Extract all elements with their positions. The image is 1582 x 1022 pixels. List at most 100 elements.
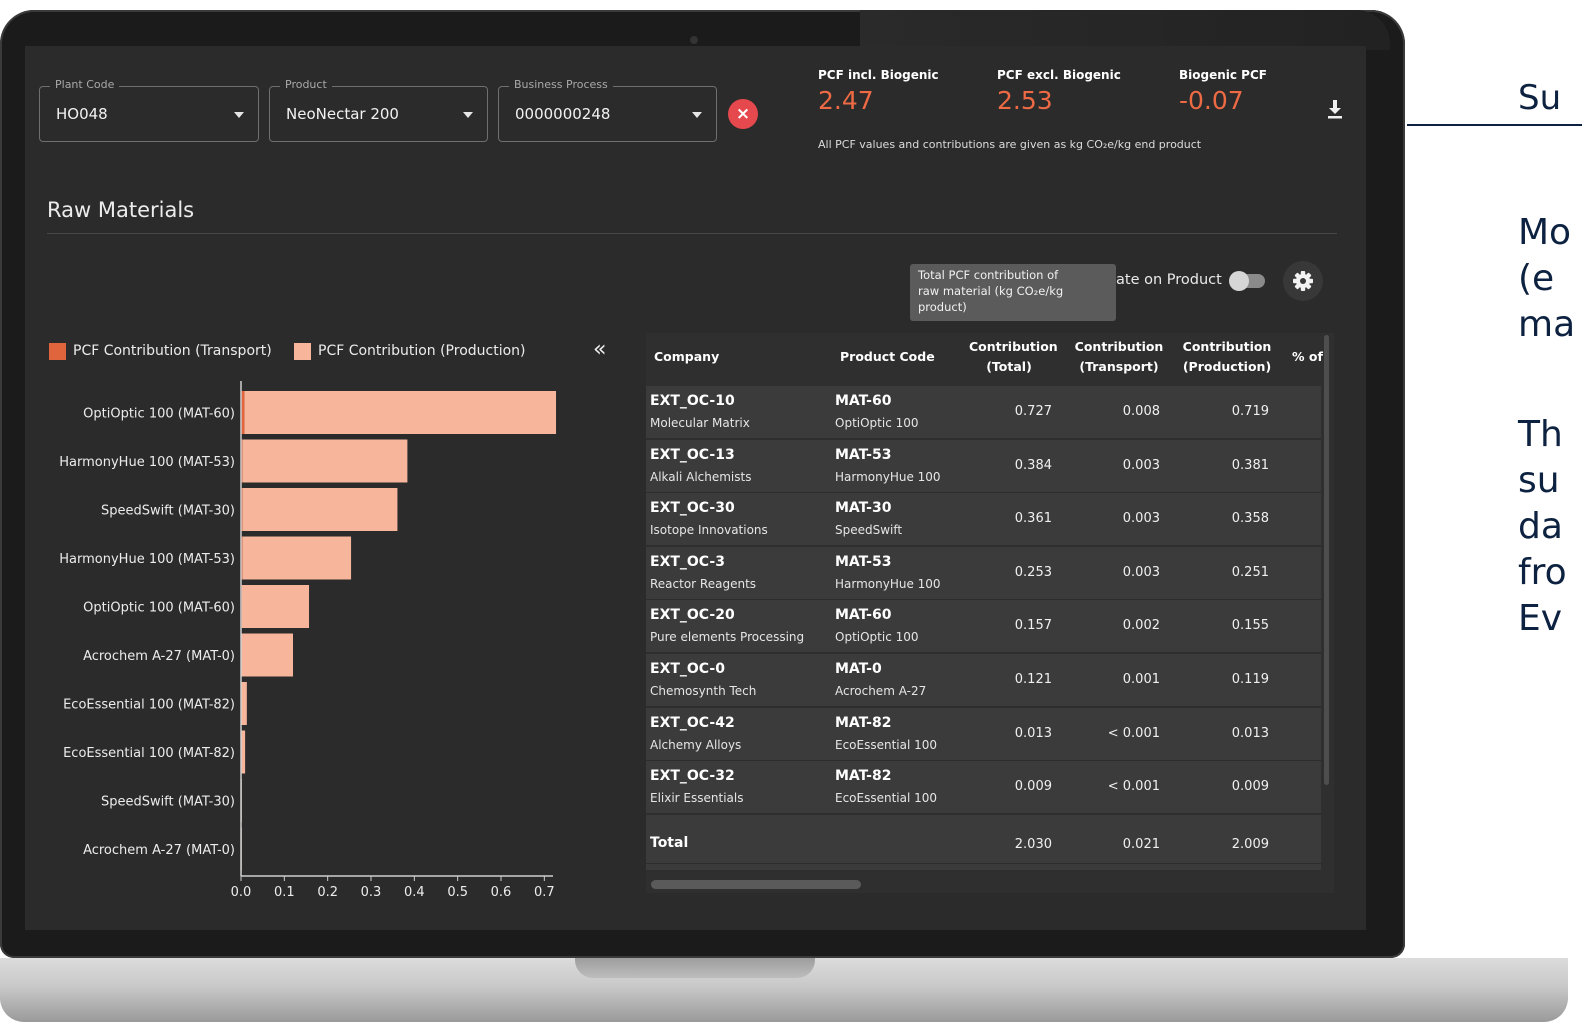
company-name: Alkali Alchemists	[650, 469, 752, 484]
legend-transport: PCF Contribution (Transport)	[73, 343, 272, 359]
kpi-label: PCF excl. Biogenic	[997, 68, 1121, 82]
contribution-transport: 0.003	[1122, 511, 1160, 527]
table-row[interactable]: EXT_OC-32 Elixir Essentials MAT-82 EcoEssen…	[646, 761, 1321, 815]
section-title: Raw Materials	[47, 198, 195, 222]
company-name: Elixir Essentials	[650, 791, 744, 806]
kpi-value: -0.07	[1179, 86, 1244, 115]
total-label: Total	[650, 834, 689, 851]
header-contribution-total[interactable]: Contribution (Total)	[969, 337, 1058, 377]
x-tick-label: 0.4	[404, 885, 425, 900]
legend-production: PCF Contribution (Production)	[318, 343, 526, 359]
chevron-down-icon	[692, 112, 702, 118]
header-contribution-production[interactable]: Contribution (Production)	[1179, 337, 1275, 377]
slide-line: Mo	[1518, 212, 1572, 253]
total-production: 2.009	[1231, 836, 1269, 852]
company-code: EXT_OC-20	[650, 607, 735, 624]
category-label: Acrochem A-27 (MAT-0)	[83, 843, 235, 858]
table-row[interactable]: EXT_OC-13 Alkali Alchemists MAT-53 HarmonyH…	[646, 439, 1321, 493]
contribution-total: 0.253	[1014, 564, 1052, 580]
close-icon: ×	[735, 104, 751, 124]
product-name: OptiOptic 100	[835, 416, 919, 430]
company-name: Isotope Innovations	[650, 523, 768, 538]
company-name: Pure elements Processing	[650, 630, 805, 645]
bar-production	[241, 730, 246, 774]
business-process-value: 0000000248	[515, 105, 611, 123]
table-row[interactable]: EXT_OC-0 Chemosynth Tech MAT-0 Acrochem A-2…	[646, 654, 1321, 707]
slide-line: da	[1518, 506, 1563, 547]
product-code: MAT-82	[835, 714, 892, 731]
contribution-production: 0.719	[1231, 404, 1269, 419]
product-name: EcoEssential 100	[835, 791, 938, 806]
slide-text-area: Su Mo (e ma Th su da fro Ev	[1405, 0, 1582, 1022]
horizontal-scrollbar[interactable]	[651, 880, 861, 889]
bar-production	[241, 682, 247, 725]
download-icon[interactable]	[1327, 98, 1343, 120]
tooltip-line: product)	[918, 300, 967, 314]
section-divider	[47, 233, 1337, 234]
x-tick-label: 0.7	[534, 885, 555, 900]
plant-code-select[interactable]: Plant Code HO048	[39, 78, 259, 142]
company-name: Molecular Matrix	[650, 416, 750, 430]
bar-production	[244, 391, 557, 434]
plant-code-label: Plant Code	[50, 78, 120, 91]
contribution-production: 0.009	[1231, 779, 1269, 795]
contribution-transport: 0.003	[1122, 457, 1160, 473]
laptop-bezel-glare	[860, 10, 1390, 50]
settings-button[interactable]	[1283, 261, 1323, 301]
collapse-chart-button[interactable]: «	[593, 337, 606, 362]
tooltip-line: raw material (kg CO₂e/kg	[918, 284, 1064, 298]
header-percent[interactable]: % of	[1292, 347, 1323, 367]
contribution-total: 0.121	[1014, 672, 1052, 687]
bar-production	[241, 585, 310, 628]
contribution-transport: 0.001	[1122, 672, 1160, 687]
header-line: (Production)	[1182, 359, 1272, 374]
category-label: OptiOptic 100 (MAT-60)	[83, 601, 235, 616]
table-row[interactable]: EXT_OC-3 Reactor Reagents MAT-53 HarmonyHue…	[646, 546, 1321, 600]
product-select[interactable]: Product NeoNectar 200	[269, 78, 488, 142]
header-line: Contribution	[969, 339, 1058, 354]
slide-title: Su	[1518, 78, 1562, 118]
vertical-scrollbar[interactable]	[1324, 335, 1329, 785]
business-process-select[interactable]: Business Process 0000000248	[498, 78, 717, 142]
company-code: EXT_OC-0	[650, 661, 725, 677]
header-contribution-transport[interactable]: Contribution (Transport)	[1073, 337, 1165, 377]
contribution-transport: < 0.001	[1107, 725, 1160, 741]
toggle-knob[interactable]	[1229, 271, 1249, 291]
x-tick-label: 0.0	[231, 885, 252, 900]
table-row[interactable]: EXT_OC-10 Molecular Matrix MAT-60 OptiOptic…	[646, 386, 1321, 439]
product-label: Product	[280, 78, 332, 91]
laptop-notch	[575, 958, 815, 978]
header-company[interactable]: Company	[654, 347, 719, 367]
product-code: MAT-82	[835, 768, 892, 785]
chevron-down-icon	[463, 112, 473, 118]
table-row[interactable]: EXT_OC-20 Pure elements Processing MAT-60 O…	[646, 600, 1321, 654]
contribution-transport: 0.003	[1122, 564, 1160, 580]
company-code: EXT_OC-10	[650, 393, 735, 409]
table-row[interactable]: EXT_OC-42 Alchemy Alloys MAT-82 EcoEssentia…	[646, 707, 1321, 761]
product-code: MAT-0	[835, 661, 882, 677]
category-label: SpeedSwift (MAT-30)	[101, 795, 235, 810]
x-tick-label: 0.2	[317, 885, 338, 900]
company-code: EXT_OC-3	[650, 553, 725, 570]
category-label: SpeedSwift (MAT-30)	[101, 504, 235, 519]
total-total: 2.030	[1014, 836, 1052, 852]
slide-line: Th	[1518, 414, 1563, 455]
product-code: MAT-30	[835, 500, 892, 517]
clear-filters-button[interactable]: ×	[728, 99, 758, 129]
header-product-code[interactable]: Product Code	[840, 347, 935, 367]
product-name: HarmonyHue 100	[835, 469, 941, 484]
contribution-production: 0.358	[1231, 511, 1269, 527]
contribution-transport: 0.002	[1122, 618, 1160, 634]
table-row[interactable]: EXT_OC-30 Isotope Innovations MAT-30 SpeedS…	[646, 493, 1321, 547]
bar-production	[241, 633, 293, 677]
plant-code-value: HO048	[56, 105, 108, 123]
category-label: HarmonyHue 100 (MAT-53)	[59, 455, 235, 470]
product-code: MAT-60	[835, 607, 892, 624]
company-code: EXT_OC-30	[650, 500, 735, 517]
kpi-value: 2.47	[818, 86, 874, 115]
gear-icon	[1293, 271, 1313, 291]
bar-production	[242, 439, 408, 483]
contribution-total: 0.009	[1014, 779, 1052, 795]
contribution-transport: 0.008	[1122, 404, 1160, 419]
slide-divider	[1407, 124, 1582, 126]
